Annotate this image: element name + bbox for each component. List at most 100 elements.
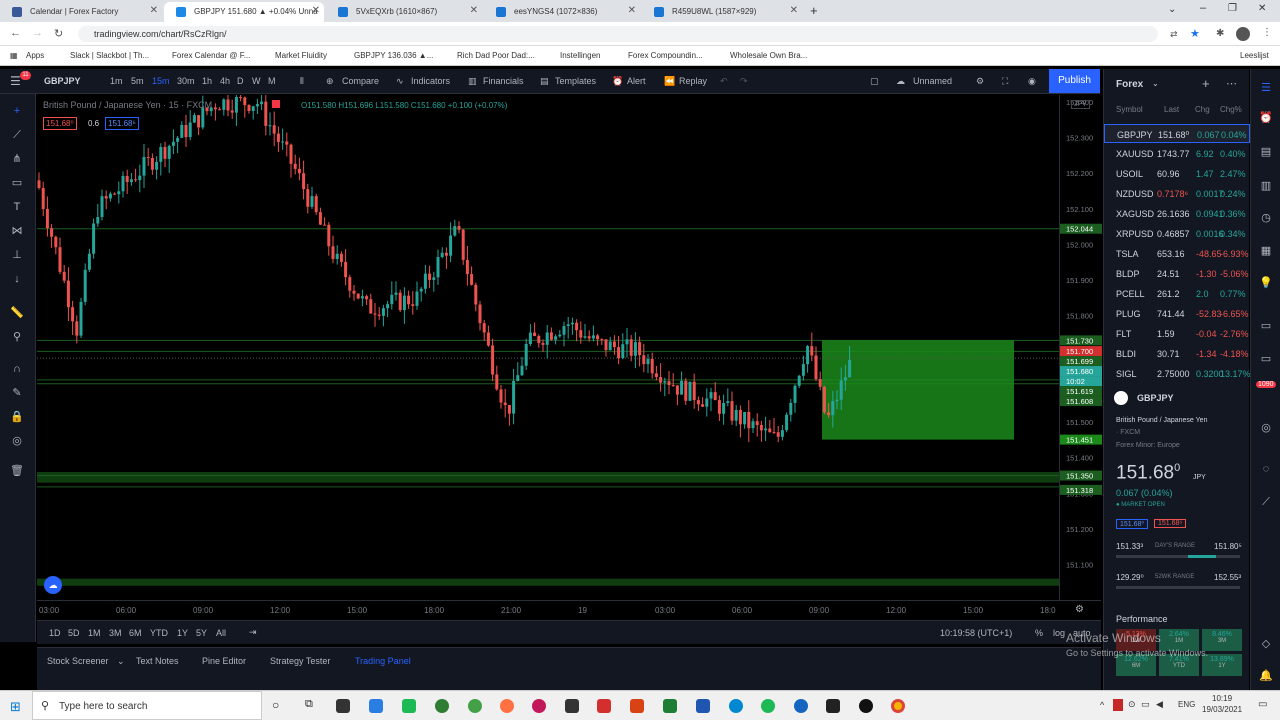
col-chg-pct[interactable]: Chg%	[1220, 105, 1242, 114]
col-symbol[interactable]: Symbol	[1116, 105, 1143, 114]
compare-icon[interactable]: ⊕	[326, 76, 334, 87]
ask-price[interactable]: 151.68⁶	[105, 117, 139, 130]
apps-icon[interactable]: ▦	[10, 51, 18, 60]
watchlist-row[interactable]: FLT 1.59 -0.04 -2.76%	[1104, 324, 1250, 343]
undo-icon[interactable]: ↶	[720, 76, 728, 87]
range-5d[interactable]: 5D	[68, 628, 80, 638]
reload-icon[interactable]: ↻	[54, 27, 63, 40]
detail-symbol[interactable]: GBPJPY	[1137, 393, 1174, 403]
detail-bid[interactable]: 151.68⁰	[1116, 519, 1149, 529]
settings-icon[interactable]: ⚙	[976, 76, 984, 87]
trendline-icon[interactable]: ⟋	[10, 128, 24, 142]
eye-icon[interactable]: ◎	[10, 434, 24, 448]
flag-icon[interactable]	[272, 100, 280, 108]
interval-1h[interactable]: 1h	[202, 76, 212, 86]
more-icon[interactable]: ⋯	[1226, 77, 1237, 90]
browser-tab[interactable]: 5VxEQXrb (1610×867) ✕	[326, 2, 482, 22]
chrome-icon[interactable]	[891, 699, 905, 713]
language-indicator[interactable]: ENG	[1178, 700, 1195, 709]
bid-price[interactable]: 151.68⁰	[43, 117, 77, 130]
financials-button[interactable]: Financials	[483, 76, 524, 86]
redo-icon[interactable]: ↷	[740, 76, 748, 87]
pattern-icon[interactable]: ⋈	[10, 224, 24, 238]
tab-strategy-tester[interactable]: Strategy Tester	[270, 656, 330, 666]
ruler-icon[interactable]: 📏	[10, 306, 24, 320]
browser-tab-active[interactable]: GBPJPY 151.680 ▲ +0.04% Unna ✕	[164, 2, 324, 22]
watchlist-title[interactable]: Forex	[1116, 79, 1143, 90]
watchlist-icon[interactable]: ☰	[1259, 81, 1273, 95]
replay-icon[interactable]: ⏪	[664, 76, 675, 87]
browser-tab[interactable]: R459U8WL (1587×929) ✕	[642, 2, 802, 22]
detail-ask[interactable]: 151.68⁶	[1154, 519, 1187, 528]
bookmark-item[interactable]: Instellingen	[560, 51, 600, 60]
alert-icon[interactable]: ⏰	[612, 76, 623, 87]
watchlist-row[interactable]: PLUG 741.44 -52.83 -6.65%	[1104, 304, 1250, 323]
price-axis[interactable]: 152.400 152.300 152.200 152.100 152.000 151.9…	[1059, 95, 1102, 600]
layout-icon[interactable]: ▢	[870, 76, 879, 87]
streams-icon[interactable]: ▭	[1259, 352, 1273, 366]
tab-stock-screener[interactable]: Stock Screener	[47, 656, 109, 666]
data-window-icon[interactable]: ▤	[1259, 145, 1273, 159]
tray-icon[interactable]: ⊙	[1128, 699, 1136, 710]
camera-icon[interactable]: ◉	[1028, 76, 1036, 87]
action-center-icon[interactable]: ▭	[1258, 699, 1267, 710]
bookmark-item[interactable]: Apps	[26, 51, 44, 60]
publish-button[interactable]: Publish	[1049, 69, 1100, 93]
powerpoint-icon[interactable]	[630, 699, 644, 713]
app-icon[interactable]	[565, 699, 579, 713]
interval-30m[interactable]: 30m	[177, 76, 195, 86]
prediction-icon[interactable]: ⊥	[10, 248, 24, 262]
watchlist-row[interactable]: XAUUSD 1743.77 6.92 0.40%	[1104, 144, 1250, 163]
indicators-button[interactable]: Indicators	[411, 76, 450, 86]
chart-lines-icon[interactable]: ⟋	[1259, 495, 1273, 509]
app-icon[interactable]	[435, 699, 449, 713]
bookmark-star-icon[interactable]: ★	[1190, 27, 1200, 40]
log-toggle[interactable]: log	[1053, 628, 1065, 638]
app-icon[interactable]	[794, 699, 808, 713]
col-last[interactable]: Last	[1164, 105, 1179, 114]
hotlists-icon[interactable]: ▥	[1259, 179, 1273, 193]
close-icon[interactable]: ✕	[628, 5, 636, 16]
minimize-icon[interactable]: –	[1200, 2, 1206, 14]
add-symbol-icon[interactable]: +	[1202, 76, 1210, 91]
cortana-icon[interactable]: ○	[272, 698, 279, 712]
time-axis[interactable]: 03:00 06:00 09:00 12:00 15:00 18:00 21:00 19 03:…	[37, 600, 1101, 618]
watchlist-row[interactable]: BLDP 24.51 -1.30 -5.06%	[1104, 264, 1250, 283]
clock-date[interactable]: 19/03/2021	[1202, 705, 1242, 714]
range-ytd[interactable]: YTD	[150, 628, 168, 638]
compare-button[interactable]: Compare	[342, 76, 379, 86]
arrow-down-icon[interactable]: ↓	[10, 272, 24, 286]
close-icon[interactable]: ✕	[470, 5, 478, 16]
watchlist-row[interactable]: SIGL 2.75000 0.3200 13.17%	[1104, 364, 1251, 383]
text-icon[interactable]: T	[10, 200, 24, 214]
interval-d[interactable]: D	[237, 76, 244, 86]
tab-trading-panel[interactable]: Trading Panel	[355, 656, 411, 666]
watchlist-row[interactable]: XRPUSD 0.46857 0.0016 0.34%	[1104, 224, 1250, 243]
ideas-icon[interactable]: ▦	[1259, 244, 1273, 258]
spotify-icon[interactable]	[761, 699, 775, 713]
range-5y[interactable]: 5Y	[196, 628, 207, 638]
interval-w[interactable]: W	[252, 76, 261, 86]
sound-icon[interactable]: ◌	[1259, 462, 1273, 476]
range-1m[interactable]: 1M	[88, 628, 101, 638]
bell-icon[interactable]: 🔔	[1259, 669, 1273, 683]
interval-1m[interactable]: 1m	[110, 76, 123, 86]
tray-app-icon[interactable]	[1113, 699, 1123, 711]
close-icon[interactable]: ✕	[312, 5, 320, 16]
window-close-icon[interactable]: ✕	[1258, 3, 1266, 14]
watchlist-row[interactable]: TSLA 653.16 -48.65 -6.93%	[1104, 244, 1250, 263]
indicators-icon[interactable]: ∿	[396, 76, 404, 87]
watchlist-row[interactable]: USOIL 60.96 1.47 2.47%	[1104, 164, 1250, 183]
price-chart[interactable]: British Pound / Japanese Yen · 15 · FXCM…	[37, 87, 1059, 600]
edge-icon[interactable]	[729, 699, 743, 713]
network-icon[interactable]: ▭	[1141, 699, 1150, 710]
bookmark-item[interactable]: Forex Compoundin...	[628, 51, 703, 60]
app-icon[interactable]	[826, 699, 840, 713]
taskbar-search[interactable]: ⚲ Type here to search	[32, 691, 262, 720]
range-3m[interactable]: 3M	[109, 628, 122, 638]
symbol-search[interactable]: GBPJPY	[44, 76, 81, 86]
bookmark-item[interactable]: Slack | Slackbot | Th...	[70, 51, 149, 60]
broadcast-icon[interactable]: ◎	[1259, 421, 1273, 435]
app-icon[interactable]	[532, 699, 546, 713]
col-chg[interactable]: Chg	[1195, 105, 1210, 114]
